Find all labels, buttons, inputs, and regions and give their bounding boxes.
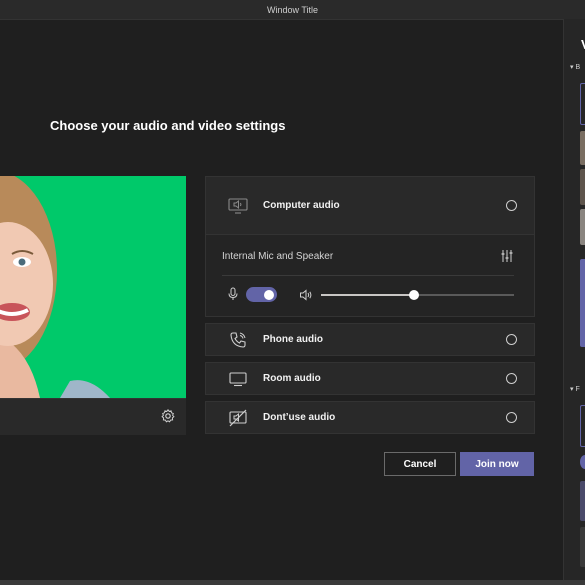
side-panel-title: V: [581, 37, 585, 52]
phone-audio-option[interactable]: Phone audio: [205, 323, 535, 356]
microphone-icon: [228, 287, 238, 300]
background-thumbnail[interactable]: [580, 131, 585, 165]
section-f-label: F: [575, 386, 580, 393]
computer-audio-option[interactable]: Computer audio: [205, 176, 535, 235]
section-f-header[interactable]: ▾ F: [570, 385, 580, 393]
speaker-icon: [300, 289, 312, 301]
room-audio-option[interactable]: Room audio: [205, 362, 535, 395]
filter-thumbnail[interactable]: [580, 455, 585, 469]
volume-slider-thumb[interactable]: [408, 290, 419, 300]
volume-slider-fill: [321, 294, 414, 296]
no-audio-icon: [229, 409, 247, 426]
computer-audio-radio[interactable]: [506, 200, 517, 211]
background-thumbnail[interactable]: [580, 209, 585, 245]
background-thumbnail[interactable]: [580, 83, 585, 125]
no-audio-label: Dont’use audio: [263, 412, 336, 423]
phone-audio-radio[interactable]: [506, 334, 517, 345]
window-titlebar: Window Title: [0, 0, 585, 20]
section-b-header[interactable]: ▾ B: [570, 63, 580, 71]
join-now-button[interactable]: Join now: [460, 452, 534, 476]
background-thumbnail[interactable]: [580, 259, 585, 347]
no-audio-radio[interactable]: [506, 412, 517, 423]
video-preview: [0, 176, 186, 398]
monitor-speaker-icon: [228, 197, 248, 214]
gear-icon[interactable]: [160, 408, 176, 424]
room-audio-label: Room audio: [263, 373, 321, 384]
page-title: Choose your audio and video settings: [50, 118, 286, 133]
equalizer-icon[interactable]: [500, 249, 514, 263]
device-name: Internal Mic and Speaker: [222, 251, 334, 262]
window-title: Window Title: [266, 4, 319, 15]
room-device-icon: [229, 371, 247, 386]
cancel-button[interactable]: Cancel: [384, 452, 456, 476]
background-thumbnail[interactable]: [580, 169, 585, 205]
phone-icon: [230, 331, 246, 348]
divider: [222, 275, 514, 276]
section-b-label: B: [575, 64, 581, 71]
phone-audio-label: Phone audio: [263, 334, 323, 345]
no-audio-option[interactable]: Dont’use audio: [205, 401, 535, 434]
filter-thumbnail[interactable]: [580, 527, 585, 567]
computer-audio-label: Computer audio: [263, 200, 340, 211]
room-audio-radio[interactable]: [506, 373, 517, 384]
mic-toggle-knob: [264, 289, 274, 300]
mic-toggle[interactable]: [246, 287, 277, 302]
filter-thumbnail[interactable]: [580, 405, 585, 447]
device-settings-panel: Internal Mic and Speaker: [205, 235, 535, 317]
background-effects-panel: V ▾ B ▾ F: [563, 19, 585, 585]
window-bottom-edge: [0, 580, 585, 585]
filter-thumbnail[interactable]: [580, 481, 585, 521]
camera-feed-image: [0, 176, 186, 398]
preview-toolbar: [0, 398, 186, 435]
volume-slider[interactable]: [321, 290, 514, 300]
